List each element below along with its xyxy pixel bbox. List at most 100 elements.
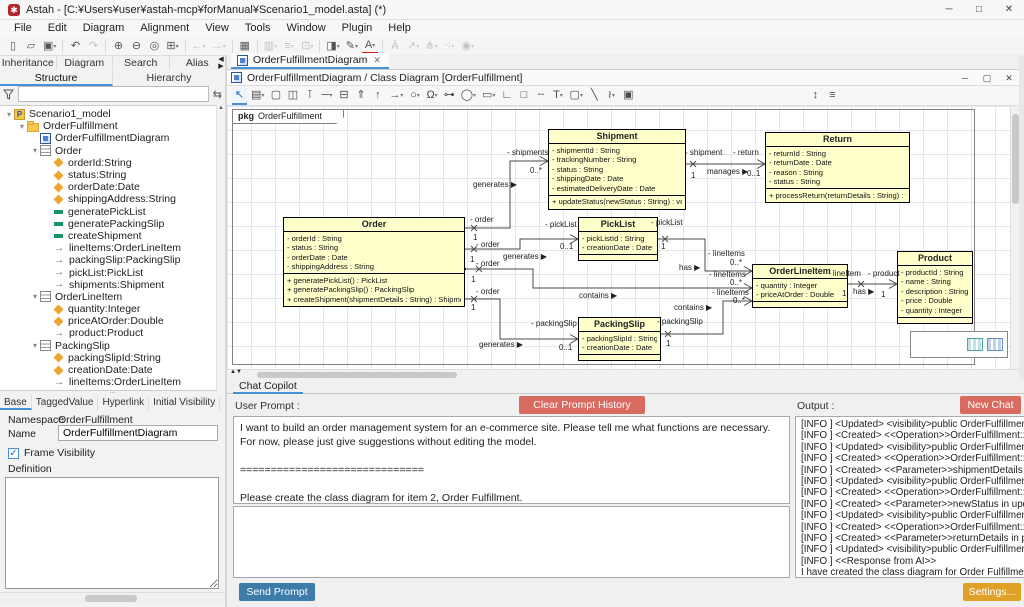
class-order[interactable]: Order- orderId : String- status : String… (283, 217, 465, 307)
tree-item-order[interactable]: ▾Order (0, 145, 225, 157)
fill-color-icon[interactable]: ◨▾ (324, 38, 341, 55)
diagram-window-icon[interactable]: ▦ (237, 38, 253, 55)
line-tool-icon[interactable]: ─▾ (319, 87, 334, 105)
tree-item-shipments-shipment[interactable]: →shipments:Shipment (0, 279, 225, 291)
clear-prompt-history-button[interactable]: Clear Prompt History (519, 396, 645, 414)
sort-toggle-icon[interactable]: ⇆ (213, 88, 222, 101)
definition-textarea[interactable] (5, 477, 219, 589)
expander-icon[interactable]: ▾ (30, 146, 40, 155)
font-color-icon[interactable]: A▾ (362, 39, 378, 54)
prop-tab-taggedvalue[interactable]: TaggedValue (32, 396, 99, 410)
association-tool-icon[interactable]: ○▾ (407, 87, 422, 105)
provided-interface-tool-icon[interactable]: Ω▾ (424, 87, 439, 105)
required-interface-tool-icon[interactable]: ⊶ (442, 87, 457, 105)
select-pointer-icon[interactable]: ↖ (232, 87, 247, 105)
generalization-tool-icon[interactable]: ⇑ (353, 87, 368, 105)
port-tool-icon[interactable]: ◯▾ (459, 87, 478, 105)
settings-button[interactable]: Settings... (963, 583, 1021, 601)
scrollbar-thumb[interactable] (85, 595, 137, 602)
menu-view[interactable]: View (197, 20, 237, 37)
tree-item-packingslipid-string[interactable]: packingSlipId:String (0, 352, 225, 364)
package-tool-icon[interactable]: ▢ (268, 87, 283, 105)
tree-scrollbar[interactable]: ▲ (216, 105, 225, 391)
tab-chat-copilot[interactable]: Chat Copilot (233, 379, 303, 394)
prop-tab-hyperlink[interactable]: Hyperlink (98, 396, 149, 410)
class-tool-icon[interactable]: ▤▾ (249, 87, 266, 105)
tree-item-product-product[interactable]: →product:Product (0, 327, 225, 339)
mdi-minimize-button[interactable]: ─ (954, 70, 976, 86)
mdi-close-button[interactable]: ✕ (998, 70, 1020, 86)
menu-help[interactable]: Help (380, 20, 419, 37)
diag-line-tool-icon[interactable]: ╲ (587, 87, 602, 105)
text-tool-icon[interactable]: T▾ (550, 87, 565, 105)
align-icon[interactable]: ≡▾ (281, 38, 297, 55)
forward-icon[interactable]: →▾ (210, 38, 228, 55)
tree-item-createshipment[interactable]: createShipment (0, 230, 225, 242)
tab-orderfulfillmentdiagram[interactable]: OrderFulfillmentDiagram ✕ (231, 53, 389, 69)
line-color-icon[interactable]: ✎▾ (344, 38, 360, 55)
layout-icon[interactable]: ▥▾ (262, 38, 279, 55)
canvas-hscrollbar[interactable]: ▲▼ (227, 369, 1019, 379)
menu-alignment[interactable]: Alignment (132, 20, 197, 37)
dependency-tool-icon[interactable]: →▾ (387, 87, 405, 105)
tree-item-picklist-picklist[interactable]: →pickList:PickList (0, 266, 225, 278)
class-return[interactable]: Return- returnId : String- returnDate : … (765, 132, 910, 203)
redo-icon[interactable]: ↷ (85, 38, 101, 55)
scrollbar-thumb[interactable] (257, 372, 457, 378)
class-product[interactable]: Product- productId : String- name : Stri… (897, 251, 973, 324)
window-minimize-button[interactable]: ─ (934, 0, 964, 20)
model-tool-icon[interactable]: ◫ (285, 87, 300, 105)
menu-tools[interactable]: Tools (237, 20, 279, 37)
tree-item-priceatorder-double[interactable]: priceAtOrder:Double (0, 315, 225, 327)
tab-scroll-buttons[interactable]: ◀▶ (216, 56, 226, 70)
anchor-tool-icon[interactable]: ╌ (533, 87, 548, 105)
left-panel-hscrollbar[interactable] (0, 592, 225, 603)
tree-item-packingslip-packingslip[interactable]: →packingSlip:PackingSlip (0, 254, 225, 266)
menu-window[interactable]: Window (279, 20, 334, 37)
realization-tool-icon[interactable]: ↑ (370, 87, 385, 105)
prompt-history-box[interactable]: I want to build an order management syst… (233, 416, 790, 504)
usecase-tool-icon[interactable]: ▭▾ (480, 87, 497, 105)
prompt-input-textarea[interactable] (233, 506, 790, 578)
font-size-icon[interactable]: Ā (387, 38, 403, 55)
tree-item-shippingaddress-string[interactable]: shippingAddress:String (0, 193, 225, 205)
stereotype-icon[interactable]: ⁖▾ (441, 38, 457, 55)
tree-item-packingslip[interactable]: ▾PackingSlip (0, 340, 225, 352)
prop-tab-initial-visibility[interactable]: Initial Visibility (149, 396, 220, 410)
expander-icon[interactable]: ▾ (17, 122, 27, 131)
tab-inheritance[interactable]: Inheritance (0, 56, 57, 70)
tree-item-quantity-integer[interactable]: quantity:Integer (0, 303, 225, 315)
menu-diagram[interactable]: Diagram (75, 20, 133, 37)
tab-diagram[interactable]: Diagram (57, 56, 114, 70)
send-prompt-button[interactable]: Send Prompt (239, 583, 315, 601)
curve-tool-icon[interactable]: ≀▾ (604, 87, 619, 105)
back-icon[interactable]: ←▾ (190, 38, 208, 55)
zoom-out-icon[interactable]: ⊖ (128, 38, 144, 55)
mdi-restore-button[interactable]: ▢ (976, 70, 998, 86)
tree-item-status-string[interactable]: status:String (0, 169, 225, 181)
tree-item-orderfulfillment[interactable]: ▾OrderFulfillment (0, 120, 225, 132)
zoom-reset-icon[interactable]: ◎ (146, 38, 162, 55)
corner-line-tool-icon[interactable]: ∟ (499, 87, 514, 105)
window-close-button[interactable]: ✕ (994, 0, 1024, 20)
rect-tool-icon[interactable]: ▢▾ (567, 87, 584, 105)
undo-icon[interactable]: ↶ (67, 38, 83, 55)
prop-tab-base[interactable]: Base (0, 396, 32, 410)
misc-style-icon[interactable]: ◉▾ (459, 38, 476, 55)
name-input[interactable] (58, 425, 218, 441)
grid-view-icon[interactable] (987, 338, 1003, 351)
tree-item-creationdate-date[interactable]: creationDate:Date (0, 364, 225, 376)
tree-filter-input[interactable] (18, 86, 209, 102)
class-picklist[interactable]: PickList- pickListId : String- creationD… (578, 217, 658, 261)
tree-item-orderlineitem[interactable]: ▾OrderLineItem (0, 291, 225, 303)
menu-file[interactable]: File (6, 20, 40, 37)
canvas-vscrollbar[interactable] (1010, 106, 1019, 369)
open-icon[interactable]: ▱ (23, 38, 39, 55)
distribute-icon[interactable]: ≡ (825, 87, 840, 105)
line-style-icon[interactable]: ↗▾ (405, 38, 421, 55)
class-shipment[interactable]: Shipment- shipmentId : String- trackingN… (548, 129, 686, 210)
compartment-tool-icon[interactable]: ⊟ (336, 87, 351, 105)
tree-item-lineitems-orderlineitem[interactable]: →lineItems:OrderLineItem (0, 242, 225, 254)
menu-plugin[interactable]: Plugin (334, 20, 381, 37)
new-file-icon[interactable]: ▯ (5, 38, 21, 55)
